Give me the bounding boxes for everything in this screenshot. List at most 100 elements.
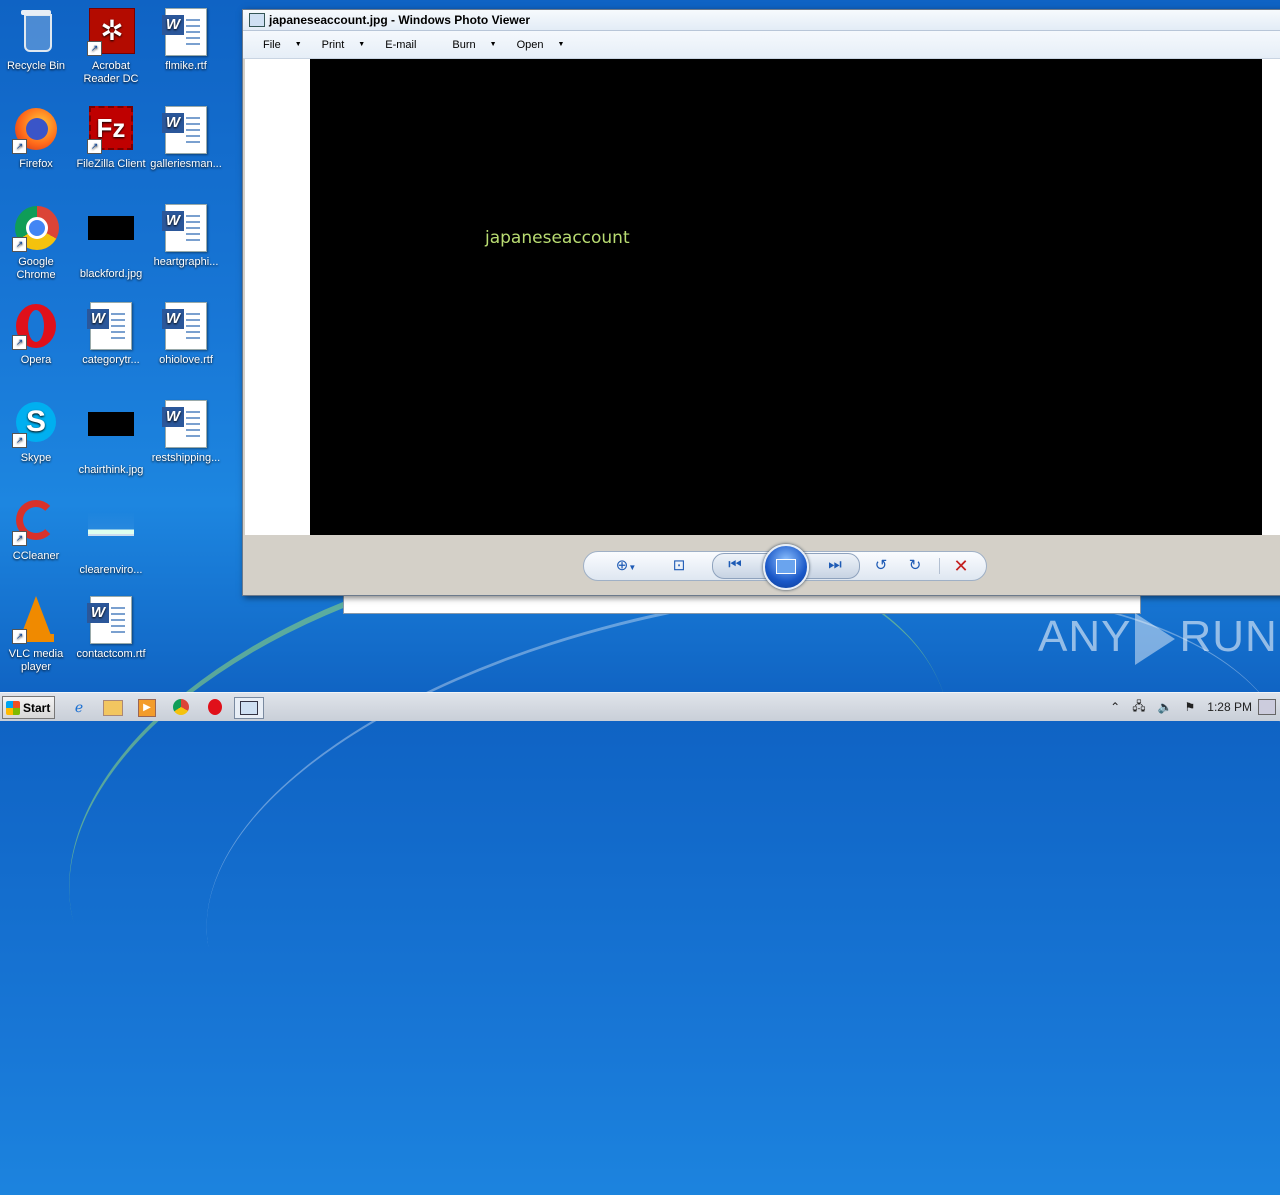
- taskbar: Start ℯ ▶ ⌃ 🖧 🔈 ⚑ 1:28 PM: [0, 692, 1280, 721]
- watermark-left: ANY: [1038, 612, 1132, 661]
- desktop-icon-heartgraphi[interactable]: W heartgraphi...: [148, 204, 224, 269]
- image-thumb-icon: [87, 412, 135, 460]
- rotate-clockwise-icon[interactable]: ↻: [904, 557, 926, 575]
- desktop-icon-clearenviro[interactable]: clearenviro...: [73, 498, 149, 577]
- next-icon[interactable]: ⏭: [823, 556, 847, 574]
- photo-viewer-window[interactable]: japaneseaccount.jpg - Windows Photo View…: [242, 9, 1280, 596]
- desktop-icon-flmike[interactable]: W flmike.rtf: [148, 8, 224, 73]
- watermark-right: RUN: [1179, 612, 1278, 661]
- desktop-icon-label: flmike.rtf: [165, 60, 207, 72]
- menu-bar: File ▼ Print ▼ E-mail Burn ▼ Open ▼: [243, 31, 1280, 59]
- image-thumb-icon: [87, 216, 135, 264]
- photo-viewer-icon: [249, 13, 265, 27]
- file-explorer-icon[interactable]: [102, 697, 124, 717]
- volume-icon[interactable]: 🔈: [1158, 700, 1173, 714]
- desktop-icon-label: galleriesman...: [150, 158, 222, 170]
- previous-icon[interactable]: ⏮: [723, 556, 747, 574]
- menu-print-label: Print: [321, 38, 345, 51]
- desktop-icon-label: Recycle Bin: [6, 60, 66, 72]
- desktop-icon-contactcom[interactable]: W contactcom.rtf: [73, 596, 149, 661]
- desktop-icon-vlc[interactable]: ↗ VLC media player: [0, 596, 74, 674]
- word-doc-icon: W: [162, 302, 210, 350]
- chevron-down-icon: ▼: [294, 41, 302, 48]
- slideshow-icon: [776, 559, 796, 574]
- chrome-icon: ↗: [12, 204, 60, 252]
- desktop-icon-restshipping[interactable]: W restshipping...: [148, 400, 224, 465]
- desktop-icon-filezilla[interactable]: Fz ↗ FileZilla Client: [73, 106, 149, 171]
- word-doc-icon: W: [87, 302, 135, 350]
- chevron-down-icon: ▼: [358, 41, 366, 48]
- desktop-icon-label: heartgraphi...: [153, 256, 219, 268]
- menu-burn[interactable]: Burn ▼: [442, 39, 506, 51]
- desktop-icon-galleriesman[interactable]: W galleriesman...: [148, 106, 224, 171]
- desktop-icon-label: VLC media player: [8, 648, 64, 673]
- photo-viewer-taskbar-button[interactable]: [234, 697, 264, 719]
- network-icon[interactable]: 🖧: [1132, 697, 1145, 718]
- word-doc-icon: W: [87, 596, 135, 644]
- desktop-icon-recycle-bin[interactable]: Recycle Bin: [0, 8, 74, 73]
- ccleaner-icon: ↗: [12, 498, 60, 546]
- word-doc-icon: W: [162, 400, 210, 448]
- desktop-icon-categorytr[interactable]: W categorytr...: [73, 302, 149, 367]
- desktop-icon-label: clearenviro...: [79, 564, 143, 576]
- rotate-counterclockwise-icon[interactable]: ↺: [870, 557, 892, 575]
- desktop-icon-google-chrome[interactable]: ↗ Google Chrome: [0, 204, 74, 282]
- clock[interactable]: 1:28 PM: [1207, 700, 1252, 714]
- desktop-icon-label: Google Chrome: [16, 256, 56, 281]
- media-player-icon[interactable]: ▶: [136, 697, 158, 717]
- background-window[interactable]: [343, 594, 1141, 614]
- desktop-icon-label: categorytr...: [82, 354, 140, 366]
- start-button[interactable]: Start: [2, 696, 55, 719]
- chrome-taskbar-icon[interactable]: [170, 697, 192, 717]
- chevron-down-icon: ▼: [489, 41, 497, 48]
- show-hidden-icons-icon[interactable]: ⌃: [1110, 700, 1120, 714]
- desktop-icon-ohiolove[interactable]: W ohiolove.rtf: [148, 302, 224, 367]
- desktop-icon-acrobat[interactable]: ✲ ↗ Acrobat Reader DC: [73, 8, 149, 86]
- menu-email[interactable]: E-mail: [375, 39, 426, 51]
- menu-file[interactable]: File ▼: [253, 39, 312, 51]
- opera-taskbar-icon[interactable]: [204, 697, 226, 717]
- menu-open[interactable]: Open ▼: [507, 39, 575, 51]
- desktop-icon-label: Firefox: [19, 158, 53, 170]
- word-doc-icon: W: [162, 8, 210, 56]
- image-thumb-icon: [87, 512, 135, 560]
- word-doc-icon: W: [162, 204, 210, 252]
- internet-explorer-icon[interactable]: ℯ: [68, 697, 90, 717]
- chevron-down-icon: ▼: [557, 41, 565, 48]
- desktop-icon-chairthink[interactable]: chairthink.jpg: [73, 400, 149, 477]
- desktop-icon-label: restshipping...: [151, 452, 221, 464]
- photo-text: japaneseaccount: [485, 228, 630, 248]
- vlc-icon: ↗: [12, 596, 60, 644]
- actual-size-icon[interactable]: ⊡: [668, 557, 690, 575]
- desktop-icon-label: Opera: [20, 354, 52, 366]
- firefox-icon: ↗: [12, 106, 60, 154]
- desktop-icon-firefox[interactable]: ↗ Firefox: [0, 106, 74, 171]
- desktop-icon-skype[interactable]: S ↗ Skype: [0, 400, 74, 465]
- acrobat-icon: ✲ ↗: [87, 8, 135, 56]
- playback-controls: ⊕▼ ⊡ ⏮ ⏭ ↺ ↻ ✕: [583, 544, 987, 590]
- title-bar[interactable]: japaneseaccount.jpg - Windows Photo View…: [243, 10, 1280, 31]
- displayed-photo: japaneseaccount: [310, 59, 1262, 535]
- action-center-flag-icon[interactable]: ⚑: [1185, 700, 1196, 714]
- menu-open-label: Open: [516, 38, 544, 51]
- desktop-icon-label: chairthink.jpg: [78, 464, 144, 476]
- menu-burn-label: Burn: [452, 38, 476, 51]
- desktop-icon-label: CCleaner: [12, 550, 60, 562]
- zoom-icon[interactable]: ⊕▼: [610, 557, 642, 575]
- system-tray: ⌃ 🖧 🔈 ⚑ 1:28 PM: [1104, 693, 1280, 721]
- desktop-icon-label: blackford.jpg: [79, 268, 143, 280]
- desktop-icon-opera[interactable]: ↗ Opera: [0, 302, 74, 367]
- viewer-toolbar: ⊕▼ ⊡ ⏮ ⏭ ↺ ↻ ✕: [243, 535, 1280, 595]
- desktop-icon-blackford[interactable]: blackford.jpg: [73, 204, 149, 281]
- desktop-icon-label: ohiolove.rtf: [159, 354, 213, 366]
- menu-file-label: File: [263, 38, 281, 51]
- delete-icon[interactable]: ✕: [950, 557, 972, 575]
- windows-logo-icon: [6, 700, 20, 715]
- menu-print[interactable]: Print ▼: [312, 39, 376, 51]
- show-desktop-button[interactable]: [1258, 699, 1276, 715]
- desktop-icon-label: Skype: [20, 452, 52, 464]
- desktop-icon-ccleaner[interactable]: ↗ CCleaner: [0, 498, 74, 563]
- slideshow-button[interactable]: [763, 544, 809, 590]
- skype-icon: S ↗: [12, 400, 60, 448]
- anyrun-watermark: ANY RUN: [1038, 612, 1278, 666]
